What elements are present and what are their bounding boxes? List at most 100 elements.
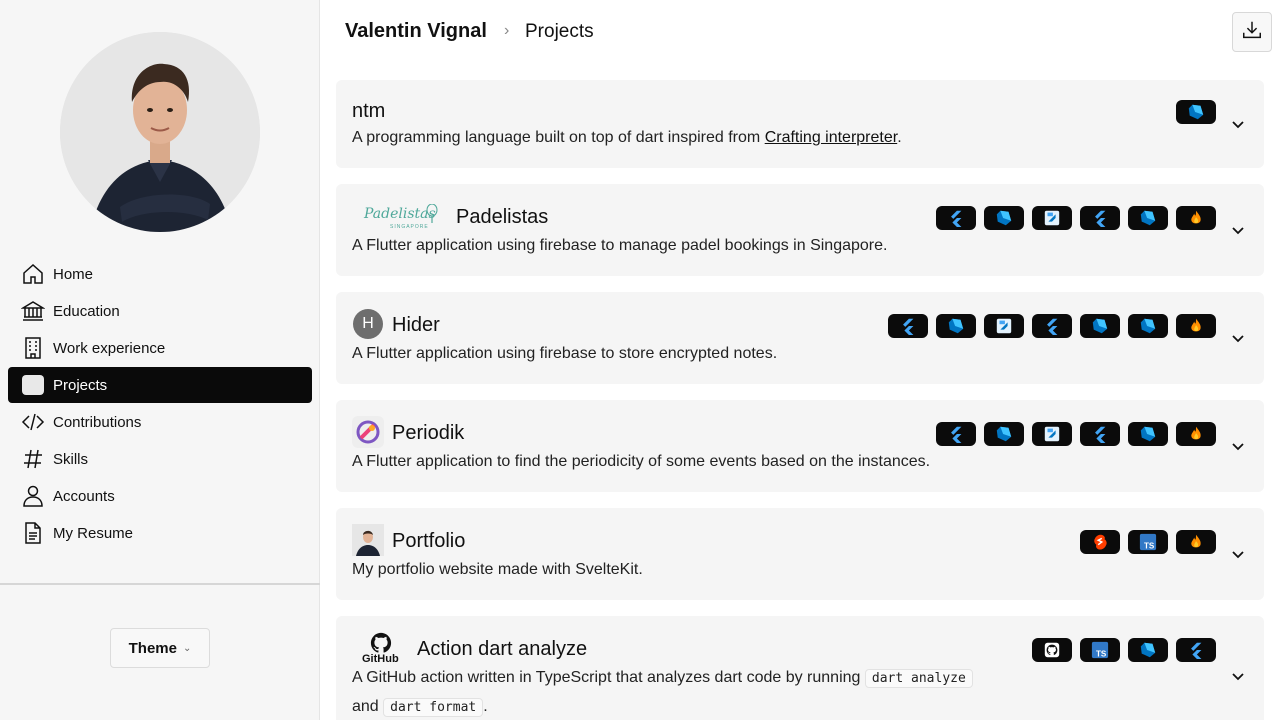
- sidebar-divider: [0, 583, 320, 585]
- svelte-badge[interactable]: [1080, 530, 1120, 554]
- project-title: Portfolio: [392, 530, 466, 552]
- dart-badge[interactable]: [984, 206, 1024, 230]
- project-card-portfolio: Portfolio My portfolio website made with…: [336, 508, 1264, 600]
- dart-badge[interactable]: [1176, 100, 1216, 124]
- project-description: A Flutter application using firebase to …: [352, 237, 888, 254]
- sidebar-item-label: Home: [53, 265, 94, 283]
- theme-button[interactable]: Theme ⌄: [110, 628, 210, 668]
- firebase-badge[interactable]: [1176, 422, 1216, 446]
- logo-subtext: SINGAPORE: [390, 224, 429, 230]
- tech-badges: [936, 422, 1216, 446]
- flutter-badge[interactable]: [1080, 422, 1120, 446]
- flutter-icon: [903, 318, 914, 335]
- firebase-icon: [1191, 210, 1201, 224]
- typescript-icon: TS: [1091, 641, 1109, 658]
- breadcrumb-separator: ›: [504, 22, 510, 39]
- dart-badge[interactable]: [936, 314, 976, 338]
- flutter-badge[interactable]: [888, 314, 928, 338]
- bank-icon: [20, 298, 46, 324]
- github-icon: [1044, 642, 1060, 658]
- sidebar-item-projects[interactable]: Projects: [8, 367, 312, 403]
- typescript-badge[interactable]: TS: [1128, 530, 1168, 554]
- flutter-badge[interactable]: [936, 206, 976, 230]
- project-title: Padelistas: [456, 206, 549, 228]
- flutter-badge[interactable]: [936, 422, 976, 446]
- chevron-down-icon[interactable]: [1230, 222, 1246, 238]
- project-title: ntm: [352, 100, 386, 122]
- chevron-down-icon: ⌄: [182, 642, 192, 654]
- download-button[interactable]: [1232, 12, 1272, 52]
- flutter-badge[interactable]: [1080, 206, 1120, 230]
- sidebar-item-my-resume[interactable]: My Resume: [8, 515, 312, 551]
- dart-badge[interactable]: [1080, 314, 1120, 338]
- flutter-web-icon: [1044, 210, 1060, 226]
- chevron-down-icon[interactable]: [1230, 116, 1246, 132]
- sidebar-item-work-experience[interactable]: Work experience: [8, 330, 312, 366]
- dart-icon: [996, 426, 1012, 442]
- typescript-icon-text: TS: [1096, 649, 1107, 658]
- description-text: .: [483, 698, 488, 715]
- dart-badge[interactable]: [1128, 206, 1168, 230]
- firebase-badge[interactable]: [1176, 314, 1216, 338]
- sidebar-item-education[interactable]: Education: [8, 293, 312, 329]
- firebase-badge[interactable]: [1176, 206, 1216, 230]
- breadcrumb-root[interactable]: Valentin Vignal: [345, 20, 487, 43]
- hider-avatar: H: [353, 309, 383, 339]
- typescript-badge[interactable]: TS: [1080, 638, 1120, 662]
- dart-badge[interactable]: [1128, 638, 1168, 662]
- flutter-badge[interactable]: [1176, 638, 1216, 662]
- flutter-badge[interactable]: [1032, 314, 1072, 338]
- sidebar: Home Education Work experience Projects …: [0, 0, 320, 720]
- dart-badge[interactable]: [984, 422, 1024, 446]
- firebase-icon: [1191, 426, 1201, 440]
- github-badge[interactable]: [1032, 638, 1072, 662]
- sidebar-item-label: Work experience: [53, 339, 166, 357]
- chevron-down-icon[interactable]: [1230, 668, 1246, 684]
- project-description: A Flutter application using firebase to …: [352, 345, 778, 362]
- user-icon: [20, 483, 46, 509]
- dart-badge[interactable]: [1128, 314, 1168, 338]
- profile-avatar: [60, 32, 260, 232]
- sidebar-item-accounts[interactable]: Accounts: [8, 478, 312, 514]
- sidebar-item-skills[interactable]: Skills: [8, 441, 312, 477]
- crafting-interpreter-link[interactable]: Crafting interpreter: [765, 129, 898, 146]
- sidebar-item-label: Education: [53, 302, 120, 320]
- dart-badge[interactable]: [1128, 422, 1168, 446]
- home-icon: [20, 261, 46, 287]
- chevron-down-icon[interactable]: [1230, 330, 1246, 346]
- project-title: Hider: [392, 314, 440, 336]
- flutter-web-badge[interactable]: [1032, 422, 1072, 446]
- flutter-web-badge[interactable]: [1032, 206, 1072, 230]
- firebase-icon: [1191, 318, 1201, 332]
- description-text: and: [352, 698, 384, 715]
- chevron-down-icon[interactable]: [1230, 546, 1246, 562]
- dart-icon: [1188, 104, 1204, 120]
- firebase-icon: [1191, 534, 1201, 548]
- chevron-down-icon[interactable]: [1230, 438, 1246, 454]
- padel-racket-icon: [426, 204, 438, 223]
- tech-badges: TS: [1080, 530, 1216, 554]
- header: Valentin Vignal › Projects: [320, 0, 1280, 64]
- flutter-icon: [1191, 642, 1202, 659]
- tech-badges: TS: [1032, 638, 1216, 662]
- sidebar-item-contributions[interactable]: Contributions: [8, 404, 312, 440]
- project-description: A GitHub action written in TypeScript th…: [352, 664, 1072, 720]
- dart-icon: [948, 318, 964, 334]
- typescript-icon: TS: [1139, 533, 1157, 550]
- flutter-icon: [1047, 318, 1058, 335]
- project-title: Action dart analyze: [417, 638, 588, 660]
- firebase-badge[interactable]: [1176, 530, 1216, 554]
- project-card-hider: H Hider A Flutter application using fire…: [336, 292, 1264, 384]
- hash-icon: [20, 446, 46, 472]
- description-text: A GitHub action written in TypeScript th…: [352, 669, 865, 686]
- description-text: A programming language built on top of d…: [352, 129, 765, 146]
- flutter-web-badge[interactable]: [984, 314, 1024, 338]
- tech-badges: [936, 206, 1216, 230]
- github-logo: GitHub: [360, 632, 402, 666]
- sidebar-item-label: My Resume: [53, 524, 134, 542]
- portfolio-thumbnail: [352, 524, 384, 556]
- sidebar-item-label: Skills: [53, 450, 89, 468]
- sidebar-item-label: Accounts: [53, 487, 115, 505]
- sidebar-item-home[interactable]: Home: [8, 256, 312, 292]
- dart-icon: [1140, 210, 1156, 226]
